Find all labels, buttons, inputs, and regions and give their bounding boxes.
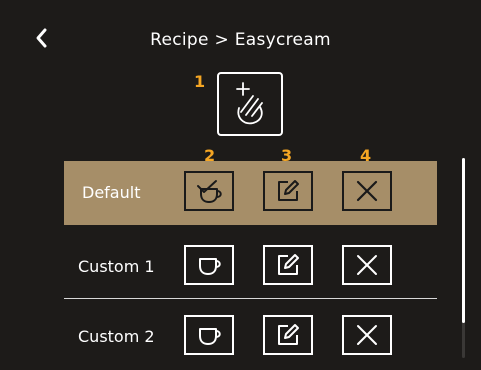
edit-icon <box>278 180 299 201</box>
recipe-row-custom-2[interactable]: Custom 2 <box>64 305 437 369</box>
edit-recipe-button[interactable] <box>263 245 313 285</box>
recipe-label: Custom 2 <box>78 327 155 346</box>
add-cream-icon <box>236 82 263 125</box>
add-recipe-button[interactable] <box>217 72 283 136</box>
delete-recipe-button[interactable] <box>342 171 392 211</box>
close-icon <box>357 255 377 275</box>
recipe-label: Default <box>82 183 141 202</box>
select-recipe-button[interactable] <box>184 245 234 285</box>
cup-check-icon <box>197 180 222 203</box>
edit-recipe-button[interactable] <box>263 171 313 211</box>
row-divider <box>64 298 437 299</box>
recipe-row-default[interactable]: Default <box>64 161 437 225</box>
close-icon <box>356 180 378 202</box>
recipe-row-custom-1[interactable]: Custom 1 <box>64 235 437 299</box>
scrollbar-thumb[interactable] <box>462 158 465 323</box>
callout-1: 1 <box>194 72 206 91</box>
cup-icon <box>199 328 221 345</box>
delete-recipe-button[interactable] <box>342 315 392 355</box>
delete-recipe-button[interactable] <box>342 245 392 285</box>
close-icon <box>357 325 377 345</box>
edit-recipe-button[interactable] <box>263 315 313 355</box>
recipe-label: Custom 1 <box>78 257 155 276</box>
cup-icon <box>199 258 221 275</box>
page-title: Recipe > Easycream <box>150 30 331 50</box>
screen: Recipe > Easycream 1 2 3 4 Default Custo… <box>0 0 481 370</box>
select-recipe-button[interactable] <box>184 171 234 211</box>
select-recipe-button[interactable] <box>184 315 234 355</box>
edit-icon <box>278 324 299 345</box>
edit-icon <box>278 254 299 275</box>
